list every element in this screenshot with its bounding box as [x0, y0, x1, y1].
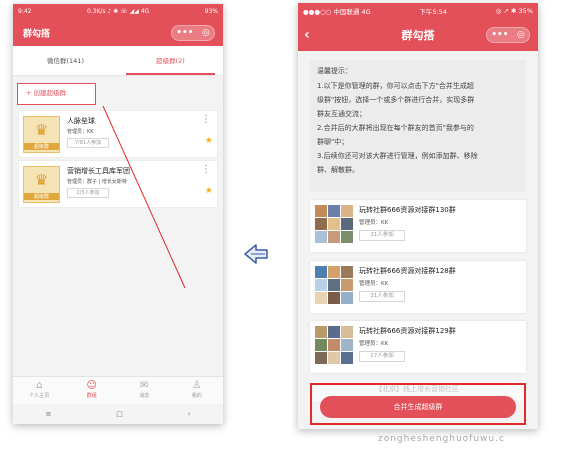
pointer-line [102, 105, 186, 289]
watermark: zongheshenghuofuwu.c [378, 434, 505, 444]
transition-arrow-icon [244, 244, 268, 264]
pointer-line-stroke [102, 105, 186, 289]
